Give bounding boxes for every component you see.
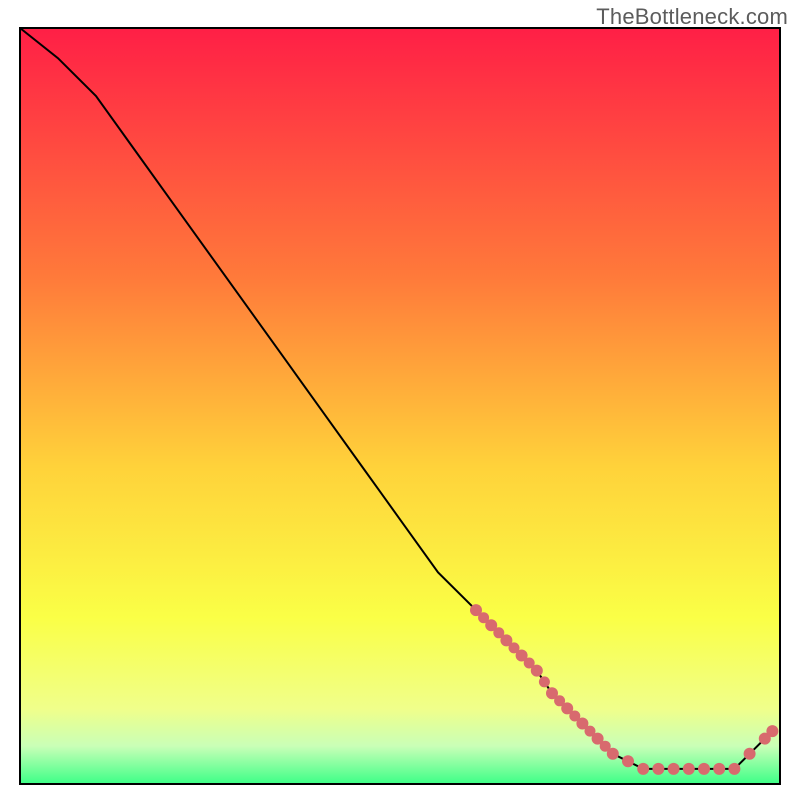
data-dot bbox=[668, 763, 680, 775]
bottleneck-chart: TheBottleneck.com bbox=[0, 0, 800, 800]
data-dot bbox=[539, 676, 550, 687]
data-dot bbox=[607, 748, 619, 760]
data-dot bbox=[652, 763, 664, 775]
data-dot bbox=[622, 755, 634, 767]
watermark-text: TheBottleneck.com bbox=[596, 4, 788, 30]
gradient-background bbox=[20, 28, 780, 784]
data-dot bbox=[637, 763, 649, 775]
data-dot bbox=[713, 763, 725, 775]
data-dot bbox=[531, 665, 543, 677]
data-dot bbox=[683, 763, 695, 775]
plot-area bbox=[20, 28, 780, 784]
data-dot bbox=[766, 725, 778, 737]
data-dot bbox=[744, 748, 756, 760]
chart-svg bbox=[0, 0, 800, 800]
data-dot bbox=[698, 763, 710, 775]
data-dot bbox=[728, 763, 740, 775]
